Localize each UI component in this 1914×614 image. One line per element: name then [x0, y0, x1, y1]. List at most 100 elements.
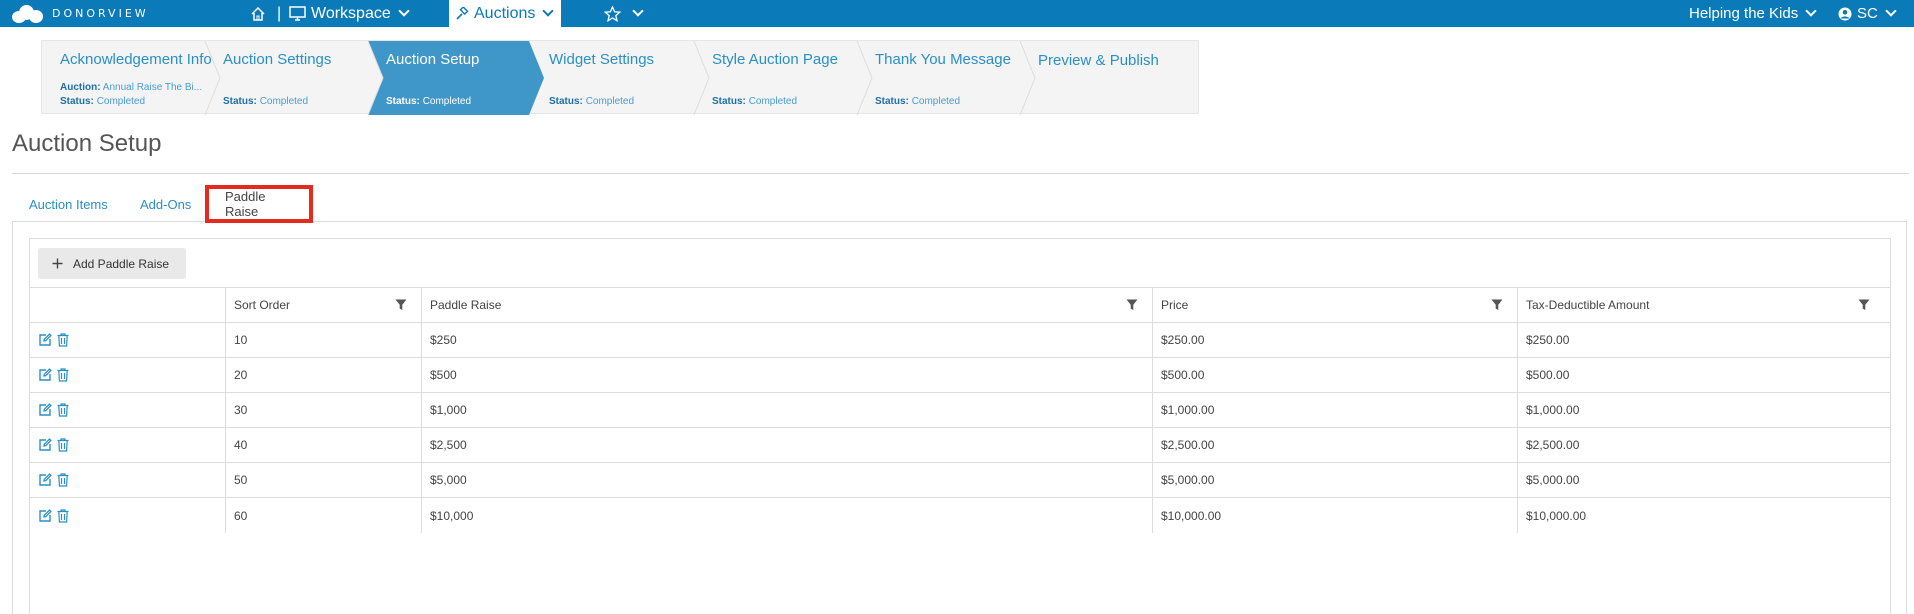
top-nav-bar: DONORVIEW | Workspace Auctions Helping t… [0, 0, 1914, 27]
edit-icon[interactable] [38, 403, 52, 417]
cell-paddle-raise: $1,000 [421, 393, 1152, 427]
home-button[interactable]: | [250, 0, 281, 27]
paddle-raise-table: Sort Order Paddle Raise Price Tax-Deduct… [29, 287, 1891, 533]
step-status-line: Status: Completed [386, 96, 472, 107]
step-status-value: Completed [96, 96, 146, 107]
column-title: Paddle Raise [430, 298, 502, 312]
filter-icon[interactable] [395, 299, 407, 311]
edit-icon[interactable] [38, 508, 52, 523]
step-auction-line: Auction: Annual Raise The Bi... [60, 82, 203, 93]
row-actions [29, 498, 225, 533]
trash-icon[interactable] [57, 368, 69, 382]
step-status-line: Status: Completed [223, 96, 309, 107]
row-actions [29, 428, 225, 462]
user-initials: SC [1857, 5, 1878, 22]
header-price[interactable]: Price [1152, 288, 1517, 322]
step-title: Widget Settings [549, 51, 655, 68]
step-auction-value: Annual Raise The Bi... [102, 82, 203, 93]
table-row: 40 $2,500 $2,500.00 $2,500.00 [29, 428, 1891, 463]
filter-icon[interactable] [1858, 299, 1870, 311]
trash-icon[interactable] [57, 403, 69, 417]
cell-tax-deductible: $2,500.00 [1517, 428, 1891, 462]
trash-icon[interactable] [57, 438, 69, 452]
brand-logo[interactable]: DONORVIEW [12, 3, 149, 24]
step-title: Preview & Publish [1038, 52, 1159, 69]
cell-sort-order: 20 [225, 358, 421, 392]
edit-icon[interactable] [38, 368, 52, 382]
edit-icon[interactable] [38, 473, 52, 487]
filter-icon[interactable] [1126, 299, 1138, 311]
row-actions [29, 323, 225, 357]
column-title: Tax-Deductible Amount [1526, 298, 1650, 312]
add-paddle-raise-button[interactable]: Add Paddle Raise [38, 248, 186, 279]
wizard-step-preview-publish[interactable]: Preview & Publish [1020, 41, 1198, 115]
table-row: 60 $10,000 $10,000.00 $10,000.00 [29, 498, 1891, 533]
step-title: Acknowledgement Info [60, 51, 212, 68]
row-actions [29, 393, 225, 427]
column-title: Price [1161, 298, 1189, 312]
row-actions [29, 358, 225, 392]
table-header-row: Sort Order Paddle Raise Price Tax-Deduct… [29, 287, 1891, 323]
wizard-step-auction-settings[interactable]: Auction Settings Status: Completed [205, 41, 368, 115]
page-title: Auction Setup [12, 130, 162, 157]
monitor-icon [289, 6, 306, 21]
chevron-down-icon [632, 5, 644, 17]
tab-label: Auction Items [29, 196, 108, 212]
favorites-menu[interactable] [604, 0, 644, 27]
filter-icon[interactable] [1491, 299, 1503, 311]
wizard-step-style-auction-page[interactable]: Style Auction Page Status: Completed [694, 41, 857, 115]
table-row: 50 $5,000 $5,000.00 $5,000.00 [29, 463, 1891, 498]
header-sort-order[interactable]: Sort Order [225, 288, 421, 322]
tab-label: Add-Ons [140, 196, 192, 212]
table-row: 10 $250 $250.00 $250.00 [29, 323, 1891, 358]
step-status-value: Completed [585, 96, 635, 107]
title-divider [12, 173, 1909, 174]
cell-price: $10,000.00 [1152, 498, 1517, 533]
cell-paddle-raise: $250 [421, 323, 1152, 357]
step-status-line: Status: Completed [875, 96, 961, 107]
organization-menu[interactable]: Helping the Kids [1689, 0, 1817, 27]
header-paddle-raise[interactable]: Paddle Raise [421, 288, 1152, 322]
cell-sort-order: 60 [225, 498, 421, 533]
trash-icon[interactable] [57, 333, 69, 347]
wizard-step-auction-setup[interactable]: Auction Setup Status: Completed [368, 41, 531, 115]
header-actions [29, 288, 225, 322]
auctions-label: Auctions [474, 4, 536, 22]
wizard-step-widget-settings[interactable]: Widget Settings Status: Completed [531, 41, 694, 115]
step-status-value: Completed [422, 96, 472, 107]
star-icon [604, 5, 621, 22]
cloud-logo-icon [12, 4, 44, 23]
edit-icon[interactable] [38, 438, 52, 452]
step-status-value: Completed [911, 96, 961, 107]
tab-paddle-raise[interactable]: Paddle Raise [205, 185, 313, 223]
add-paddle-raise-label: Add Paddle Raise [73, 256, 170, 271]
tab-label: Paddle Raise [225, 189, 266, 219]
auctions-menu[interactable]: Auctions [449, 0, 561, 27]
cell-price: $250.00 [1152, 323, 1517, 357]
row-actions [29, 463, 225, 497]
user-menu[interactable]: SC [1838, 0, 1897, 27]
cell-sort-order: 10 [225, 323, 421, 357]
workspace-menu[interactable]: Workspace [289, 0, 410, 27]
cell-tax-deductible: $1,000.00 [1517, 393, 1891, 427]
edit-icon[interactable] [38, 333, 52, 347]
cell-price: $500.00 [1152, 358, 1517, 392]
cell-sort-order: 50 [225, 463, 421, 497]
table-row: 20 $500 $500.00 $500.00 [29, 358, 1891, 393]
table-row: 30 $1,000 $1,000.00 $1,000.00 [29, 393, 1891, 428]
tab-add-ons[interactable]: Add-Ons [124, 186, 207, 222]
step-title: Auction Setup [386, 51, 480, 68]
tab-auction-items[interactable]: Auction Items [13, 186, 124, 222]
brand-name: DONORVIEW [52, 7, 149, 20]
wizard-step-thank-you-message[interactable]: Thank You Message Status: Completed [857, 41, 1020, 115]
trash-icon[interactable] [57, 473, 69, 487]
cell-sort-order: 30 [225, 393, 421, 427]
cell-tax-deductible: $250.00 [1517, 323, 1891, 357]
wizard-step-acknowledgement[interactable]: Acknowledgement Info Auction: Annual Rai… [42, 41, 212, 115]
step-status-value: Completed [259, 96, 309, 107]
header-tax-deductible[interactable]: Tax-Deductible Amount [1517, 288, 1891, 322]
step-title: Style Auction Page [712, 51, 838, 68]
step-status-line: Status: Completed [549, 96, 635, 107]
setup-wizard: Acknowledgement Info Auction: Annual Rai… [41, 40, 1199, 115]
trash-icon[interactable] [57, 508, 69, 523]
